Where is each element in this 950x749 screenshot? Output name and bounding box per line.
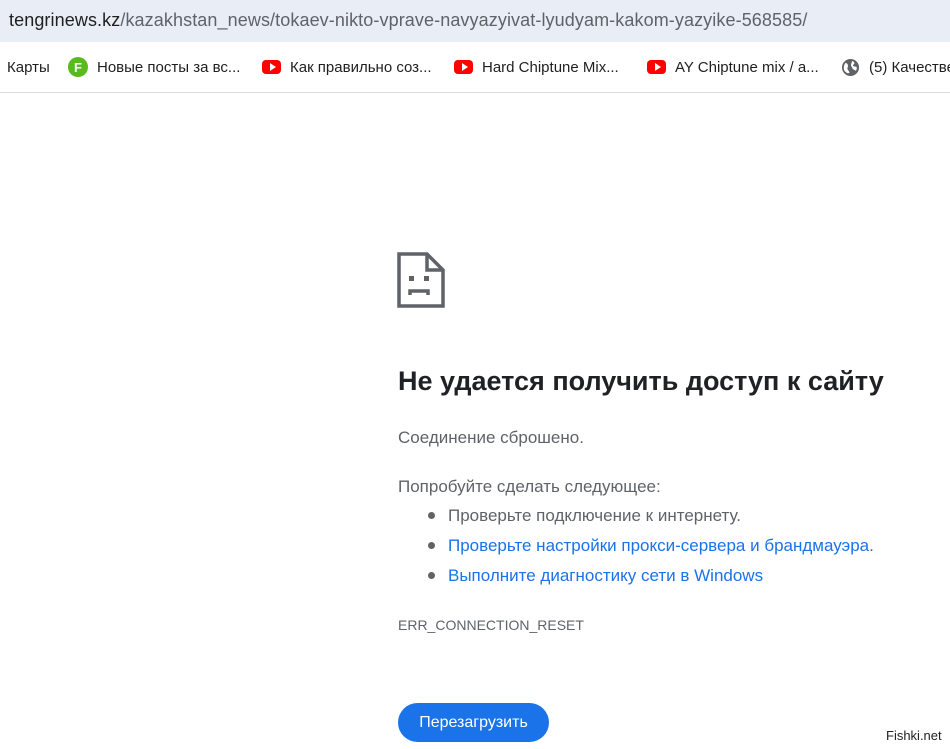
bookmark-label: AY Chiptune mix / a... — [675, 58, 819, 76]
bookmark-globe[interactable]: (5) Качестве — [840, 42, 950, 92]
suggestion-proxy-firewall-link[interactable]: Проверьте настройки прокси-сервера и бра… — [448, 536, 869, 555]
bookmarks-bar: Карты F Новые посты за вс... Как правиль… — [0, 42, 950, 93]
watermark: Fishki.net — [886, 728, 942, 743]
bookmark-label: Hard Chiptune Mix... — [482, 58, 619, 76]
bookmark-maps[interactable]: Карты — [7, 42, 50, 92]
youtube-icon — [647, 60, 666, 74]
fishki-f-icon: F — [68, 57, 88, 77]
sad-page-icon — [397, 252, 445, 308]
list-item: Проверьте подключение к интернету. — [428, 506, 874, 536]
bookmark-label: Карты — [7, 58, 50, 76]
url-path: /kazakhstan_news/tokaev-nikto-vprave-nav… — [120, 10, 808, 30]
bookmark-label: Как правильно соз... — [290, 58, 432, 76]
bookmark-youtube-1[interactable]: Как правильно соз... — [262, 42, 432, 92]
bookmark-label: (5) Качестве — [869, 58, 950, 76]
bookmark-fishki[interactable]: F Новые посты за вс... — [68, 42, 240, 92]
url-text[interactable]: tengrinews.kz/kazakhstan_news/tokaev-nik… — [9, 10, 807, 31]
suggestion-check-connection: Проверьте подключение к интернету. — [448, 506, 742, 525]
bookmark-youtube-3[interactable]: AY Chiptune mix / a... — [647, 42, 819, 92]
bookmark-label: Новые посты за вс... — [97, 58, 241, 76]
suggestions-heading: Попробуйте сделать следующее: — [398, 477, 661, 496]
error-code: ERR_CONNECTION_RESET — [398, 617, 584, 633]
reload-button[interactable]: Перезагрузить — [398, 703, 549, 742]
error-message: Соединение сброшено. — [398, 428, 584, 447]
address-bar[interactable]: tengrinews.kz/kazakhstan_news/tokaev-nik… — [0, 0, 950, 42]
youtube-icon — [454, 60, 473, 74]
error-title: Не удается получить доступ к сайту — [398, 366, 884, 396]
url-host: tengrinews.kz — [9, 10, 121, 30]
suggestions-list: Проверьте подключение к интернету. Прове… — [428, 506, 874, 596]
list-item: Выполните диагностику сети в Windows — [428, 566, 874, 596]
youtube-icon — [262, 60, 281, 74]
suggestion-period: . — [869, 536, 874, 555]
suggestion-network-diagnostics-link[interactable]: Выполните диагностику сети в Windows — [448, 566, 763, 585]
bookmark-youtube-2[interactable]: Hard Chiptune Mix... — [454, 42, 619, 92]
globe-icon — [840, 57, 860, 77]
list-item: Проверьте настройки прокси-сервера и бра… — [428, 536, 874, 566]
